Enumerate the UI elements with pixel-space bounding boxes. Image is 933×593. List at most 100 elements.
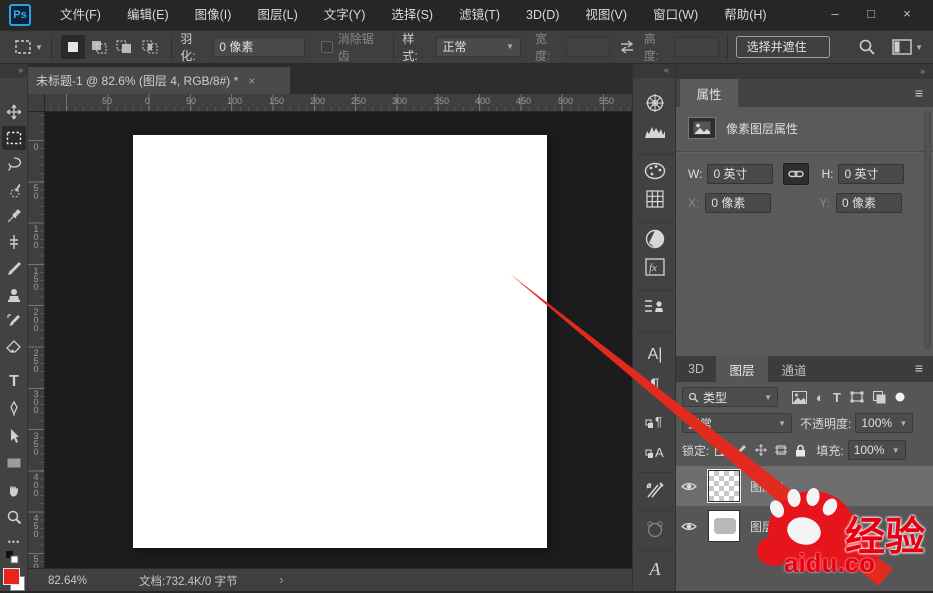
tab-3d[interactable]: 3D — [676, 356, 716, 382]
layer-name[interactable]: 图层 3 — [750, 518, 784, 535]
menu-layer[interactable]: 图层(L) — [244, 0, 310, 30]
new-selection-button[interactable] — [60, 35, 85, 59]
menu-image[interactable]: 图像(I) — [182, 0, 245, 30]
quick-selection-tool[interactable] — [2, 178, 26, 202]
visibility-toggle[interactable] — [676, 481, 702, 492]
paragraph-panel-icon[interactable]: ¶ — [640, 372, 670, 398]
panel-menu-icon[interactable]: ≡ — [915, 85, 923, 101]
move-tool[interactable] — [2, 100, 26, 124]
menu-filter[interactable]: 滤镜(T) — [446, 0, 513, 30]
vertical-ruler[interactable]: 0 50 100 150 200 250 300 350 400 450 500 — [28, 112, 45, 578]
filter-shape-icon[interactable] — [850, 391, 864, 403]
filter-toggle-icon[interactable] — [895, 392, 905, 402]
style-select[interactable]: 正常 ▼ — [435, 37, 521, 57]
layer-name[interactable]: 图层 4 — [750, 478, 784, 495]
lock-transparency-icon[interactable] — [715, 444, 728, 456]
layer-row-4[interactable]: 图层 4 — [676, 466, 933, 506]
menu-file[interactable]: 文件(F) — [47, 0, 114, 30]
filter-type-icon[interactable]: T — [833, 390, 841, 405]
minimize-button[interactable]: – — [817, 0, 853, 26]
document-tab[interactable]: 未标题-1 @ 82.6% (图层 4, RGB/8#) * × — [28, 67, 290, 94]
paragraph-styles-panel-icon[interactable]: ¶ — [640, 408, 670, 434]
swatches-panel-icon[interactable] — [640, 186, 670, 212]
menu-type[interactable]: 文字(Y) — [311, 0, 379, 30]
canvas-document[interactable] — [133, 135, 547, 548]
3d-panel-icon[interactable] — [640, 516, 670, 542]
fill-select[interactable]: 100% ▼ — [847, 440, 906, 460]
feather-input[interactable]: 0 像素 — [213, 37, 305, 57]
tool-preset-picker[interactable]: ▼ — [14, 39, 43, 55]
eraser-tool[interactable] — [2, 335, 26, 359]
subtract-selection-button[interactable] — [113, 35, 137, 59]
collapse-tools-button[interactable]: » — [0, 64, 27, 78]
tab-channels[interactable]: 通道 — [768, 356, 820, 382]
chevron-down-icon[interactable]: ▼ — [915, 43, 923, 52]
select-and-mask-button[interactable]: 选择并遮住 ... — [735, 36, 831, 74]
layer-filter-select[interactable]: 类型 ▼ — [682, 387, 778, 407]
filter-image-icon[interactable] — [792, 390, 807, 404]
close-button[interactable]: × — [889, 0, 925, 26]
character-styles-panel-icon[interactable]: A — [640, 438, 670, 464]
height-value-field[interactable]: 0 英寸 — [838, 164, 905, 184]
menu-3d[interactable]: 3D(D) — [513, 0, 572, 30]
antialias-checkbox[interactable] — [320, 41, 333, 53]
lock-position-icon[interactable] — [755, 444, 768, 456]
intersect-selection-button[interactable] — [138, 35, 162, 59]
history-brush-tool[interactable] — [2, 309, 26, 333]
collapse-panels-button[interactable]: » — [676, 64, 933, 79]
character-panel-icon[interactable]: A| — [640, 342, 670, 368]
menu-edit[interactable]: 编辑(E) — [114, 0, 182, 30]
y-value-field[interactable]: 0 像素 — [836, 193, 903, 213]
maximize-button[interactable]: □ — [853, 0, 889, 26]
collapse-dock-button[interactable]: « — [633, 64, 675, 78]
zoom-tool[interactable] — [2, 505, 26, 529]
tool-presets-panel-icon[interactable] — [640, 478, 670, 504]
menu-window[interactable]: 窗口(W) — [640, 0, 711, 30]
histogram-panel-icon[interactable] — [640, 118, 670, 144]
lock-all-icon[interactable] — [795, 444, 806, 457]
link-dimensions-button[interactable] — [783, 163, 810, 185]
glyphs-panel-icon[interactable]: A — [640, 556, 670, 582]
filter-adjustment-icon[interactable]: ◐ — [816, 390, 824, 405]
status-chevron-icon[interactable]: › — [279, 575, 283, 587]
blend-mode-select[interactable]: 正常 ▼ — [682, 413, 792, 433]
type-tool[interactable]: T — [2, 370, 26, 394]
swap-dimensions-icon[interactable] — [618, 40, 636, 54]
tab-properties[interactable]: 属性 — [680, 79, 738, 107]
hand-tool[interactable] — [2, 478, 26, 502]
x-value-field[interactable]: 0 像素 — [705, 193, 772, 213]
eyedropper-tool[interactable] — [2, 204, 26, 228]
lock-pixels-icon[interactable] — [735, 444, 747, 456]
tab-close-icon[interactable]: × — [248, 74, 255, 88]
canvas-pasteboard[interactable] — [45, 112, 632, 568]
navigator-panel-icon[interactable] — [640, 90, 670, 116]
opacity-select[interactable]: 100% ▼ — [855, 413, 914, 433]
path-selection-tool[interactable] — [2, 424, 26, 448]
layer-thumbnail[interactable] — [708, 510, 740, 542]
height-input[interactable] — [674, 37, 719, 57]
clone-stamp-tool[interactable] — [2, 283, 26, 307]
search-icon[interactable] — [858, 38, 876, 56]
add-selection-button[interactable] — [87, 35, 111, 59]
layer-thumbnail[interactable] — [707, 469, 741, 503]
foreground-color-swatch[interactable] — [3, 568, 20, 585]
visibility-toggle[interactable] — [676, 521, 702, 532]
clone-source-panel-icon[interactable] — [640, 294, 670, 320]
brush-tool[interactable] — [2, 257, 26, 281]
menu-select[interactable]: 选择(S) — [378, 0, 446, 30]
rectangular-marquee-tool[interactable] — [2, 126, 26, 150]
zoom-level[interactable]: 82.64% — [48, 575, 87, 587]
filter-smart-object-icon[interactable] — [872, 390, 886, 404]
rectangle-shape-tool[interactable] — [2, 451, 26, 475]
width-value-field[interactable]: 0 英寸 — [707, 164, 774, 184]
menu-help[interactable]: 帮助(H) — [711, 0, 779, 30]
menu-view[interactable]: 视图(V) — [572, 0, 640, 30]
spot-healing-brush-tool[interactable] — [2, 230, 26, 254]
styles-panel-icon[interactable]: fx — [640, 254, 670, 280]
adjustments-panel-icon[interactable] — [640, 226, 670, 252]
panel-menu-icon[interactable]: ≡ — [915, 360, 923, 376]
panel-scrollbar[interactable] — [924, 111, 931, 349]
tab-layers[interactable]: 图层 — [716, 356, 768, 382]
lock-artboard-icon[interactable] — [775, 444, 788, 456]
width-input[interactable] — [566, 37, 610, 57]
